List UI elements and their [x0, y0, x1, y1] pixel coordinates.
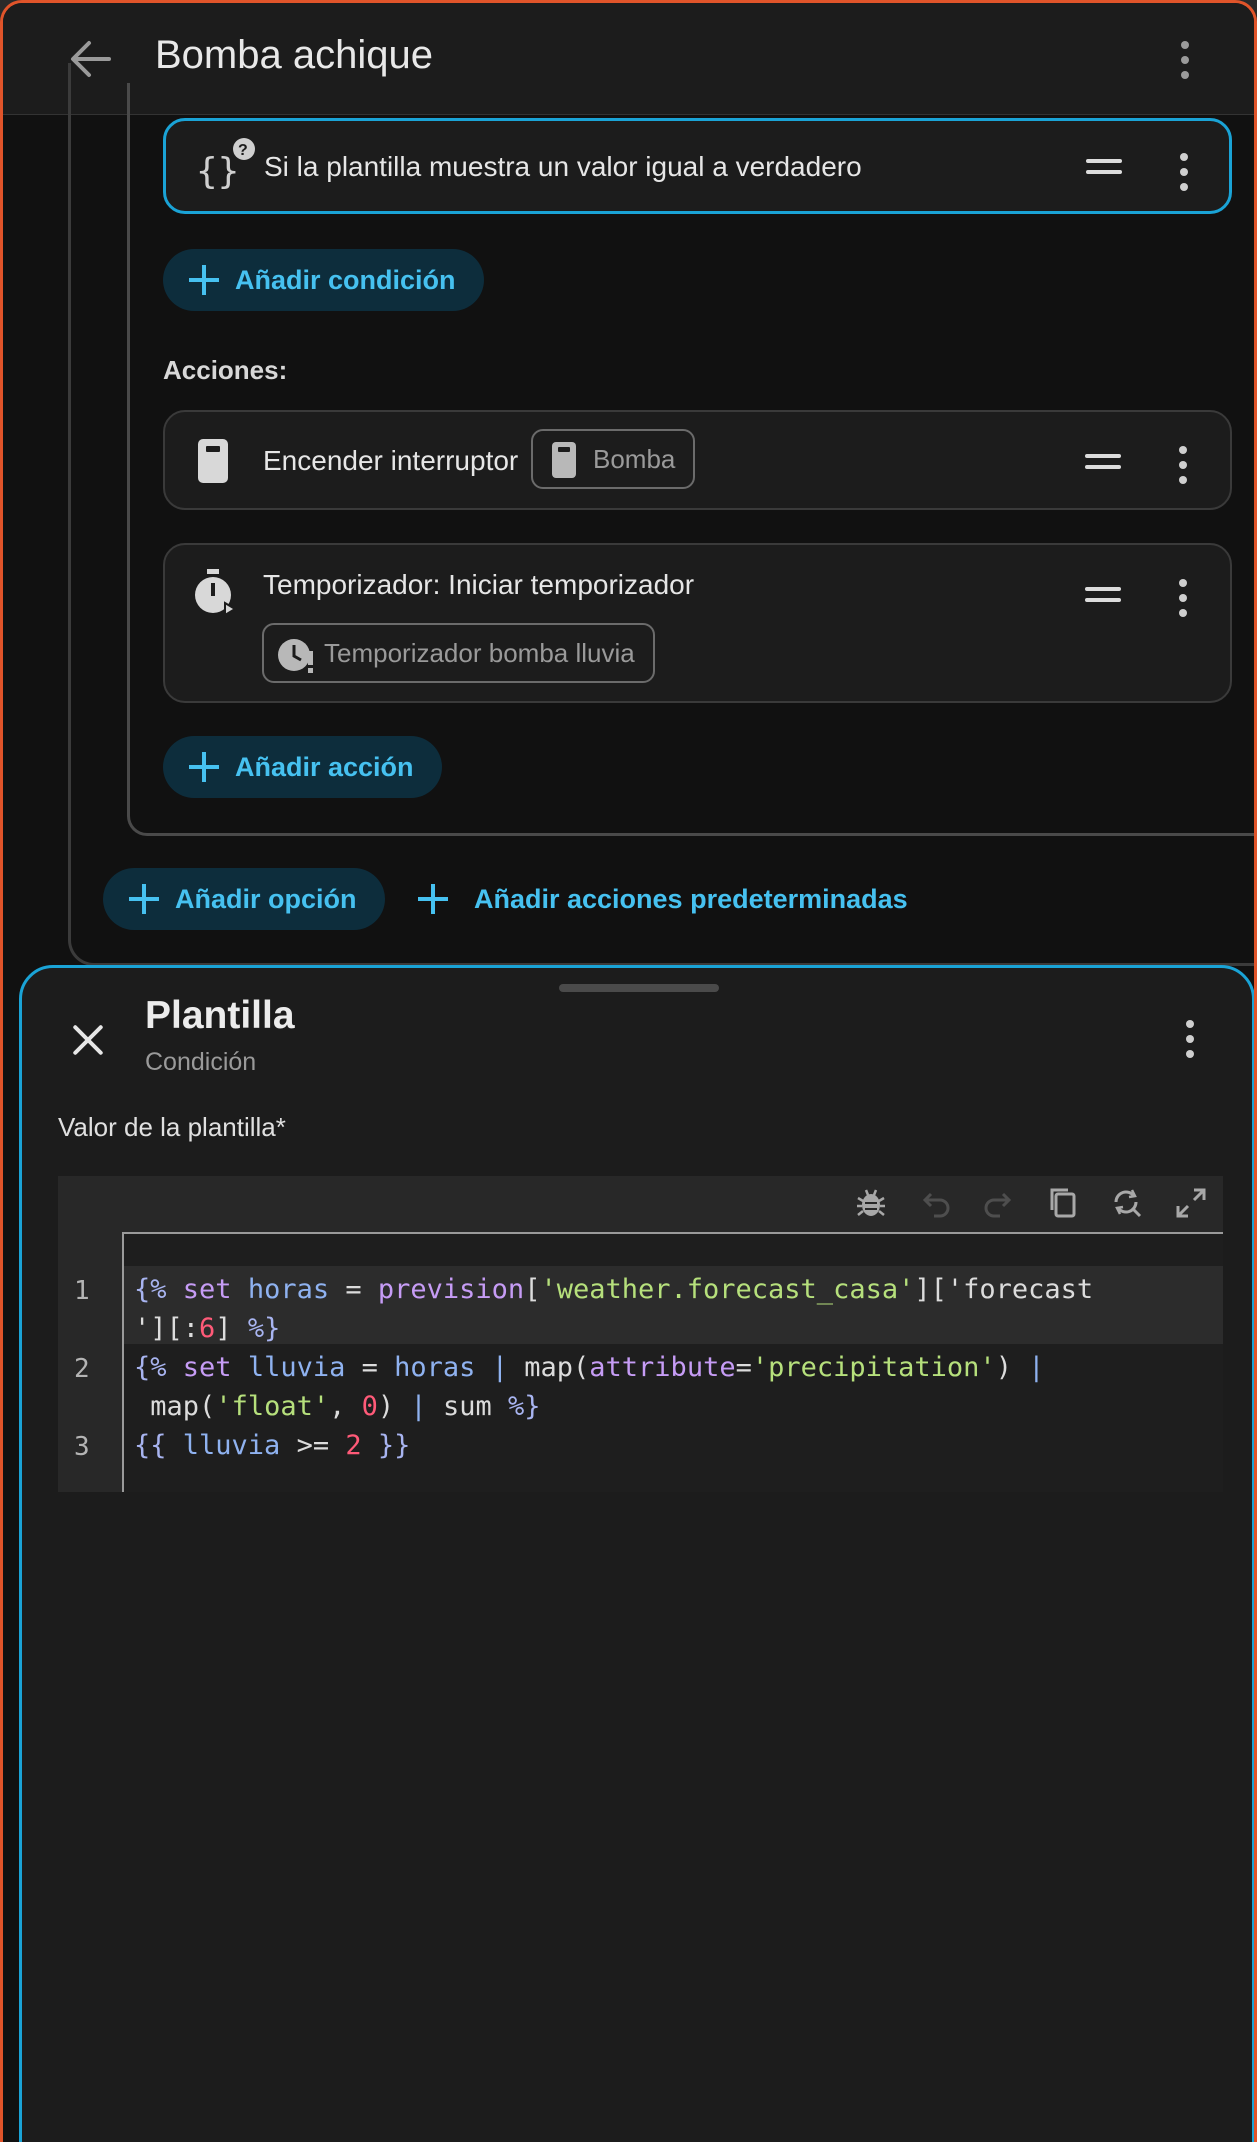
condition-label: Si la plantilla muestra un valor igual a…: [264, 151, 862, 182]
line-number-gutter: [58, 1232, 124, 1492]
timer-icon: [195, 569, 237, 617]
drag-handle-icon[interactable]: [1086, 159, 1122, 174]
svg-text:{}: {}: [196, 151, 239, 192]
add-default-actions-button[interactable]: Añadir acciones predeterminadas: [418, 868, 908, 930]
timer-alert-icon: [278, 639, 313, 673]
plus-icon: [418, 884, 448, 914]
template-editor-sheet: Plantilla Condición Valor de la plantill…: [19, 965, 1254, 2142]
action-label: Encender interruptor: [263, 445, 519, 476]
entity-chip-label: Bomba: [593, 443, 676, 474]
plus-icon: [189, 265, 219, 295]
fullscreen-icon[interactable]: [1174, 1186, 1208, 1220]
svg-text:?: ?: [238, 142, 248, 159]
add-default-actions-label: Añadir acciones predeterminadas: [474, 883, 908, 914]
add-action-button[interactable]: Añadir acción: [163, 736, 442, 798]
actions-heading: Acciones:: [163, 355, 288, 385]
drag-handle-icon[interactable]: [1085, 587, 1121, 602]
template-condition-card[interactable]: {} ? Si la plantilla muestra un valor ig…: [163, 118, 1232, 214]
sheet-drag-handle[interactable]: [559, 984, 719, 992]
search-replace-icon[interactable]: [1110, 1186, 1144, 1220]
plus-icon: [189, 752, 219, 782]
entity-chip-timer[interactable]: Temporizador bomba lluvia: [262, 623, 655, 683]
sheet-subtitle: Condición: [145, 1048, 257, 1076]
bug-icon[interactable]: [854, 1186, 888, 1220]
add-option-label: Añadir opción: [175, 883, 357, 914]
add-option-button[interactable]: Añadir opción: [103, 868, 385, 930]
action-menu-icon[interactable]: [1177, 579, 1189, 617]
template-value-label: Valor de la plantilla*: [58, 1112, 286, 1142]
code-line-1[interactable]: {% set horas = prevision['weather.foreca…: [134, 1270, 1093, 1348]
close-icon[interactable]: [70, 1022, 106, 1058]
template-code-icon: {} ?: [196, 138, 255, 192]
sheet-title: Plantilla: [145, 994, 295, 1037]
plus-icon: [129, 884, 159, 914]
redo-icon[interactable]: [982, 1186, 1016, 1220]
code-line-3[interactable]: {{ lluvia >= 2 }}: [134, 1426, 410, 1465]
line-number: 2: [74, 1354, 90, 1384]
drag-handle-icon[interactable]: [1085, 454, 1121, 469]
editor-toolbar: [58, 1176, 1223, 1232]
entity-chip-bomba[interactable]: Bomba: [531, 429, 696, 489]
action-menu-icon[interactable]: [1177, 446, 1189, 484]
switch-icon: [198, 439, 228, 483]
code-editor[interactable]: 1 2 3 {% set horas = prevision['weather.…: [58, 1176, 1223, 1492]
switch-icon: [552, 442, 576, 478]
action-label: Temporizador: Iniciar temporizador: [263, 569, 695, 600]
copy-icon[interactable]: [1046, 1186, 1080, 1220]
entity-chip-label: Temporizador bomba lluvia: [324, 637, 635, 668]
line-number: 1: [74, 1276, 90, 1306]
add-action-label: Añadir acción: [235, 751, 414, 782]
undo-icon[interactable]: [918, 1186, 952, 1220]
code-line-2[interactable]: {% set lluvia = horas | map(attribute='p…: [134, 1348, 1044, 1426]
sheet-menu-icon[interactable]: [1184, 1020, 1196, 1058]
app-window: Bomba achique {} ? Si la plantilla muest…: [0, 0, 1257, 2142]
condition-menu-icon[interactable]: [1178, 153, 1190, 191]
add-condition-label: Añadir condición: [235, 264, 456, 295]
action-card-switch[interactable]: Encender interruptor Bomba: [163, 410, 1232, 510]
action-card-timer[interactable]: Temporizador: Iniciar temporizador Tempo…: [163, 543, 1232, 703]
line-number: 3: [74, 1432, 90, 1462]
add-condition-button[interactable]: Añadir condición: [163, 249, 484, 311]
